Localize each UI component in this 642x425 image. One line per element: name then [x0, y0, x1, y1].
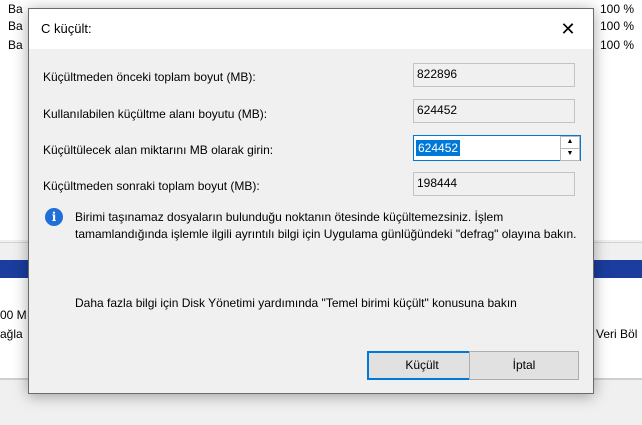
shrink-amount-input[interactable]: 624452 [413, 135, 581, 161]
shrink-amount-stepper: ▲ ▼ [560, 136, 580, 161]
partition-label-text: Veri Böl [596, 327, 638, 341]
shrink-amount-label: Küçültülecek alan miktarını MB olarak gi… [43, 143, 274, 157]
info-message: Birimi taşınamaz dosyaların bulunduğu no… [75, 210, 577, 241]
dialog-titlebar[interactable]: C küçült: ✕ [29, 9, 593, 49]
total-after-value: 198444 [413, 172, 575, 196]
available-space-value: 624452 [413, 99, 575, 123]
total-after-label: Küçültmeden sonraki toplam boyut (MB): [43, 179, 260, 193]
total-before-value: 822896 [413, 63, 575, 87]
volume-free-percent: 100 % [600, 38, 635, 52]
volume-row[interactable]: Ba [8, 36, 23, 54]
close-icon[interactable]: ✕ [543, 9, 593, 49]
info-icon: i [45, 208, 63, 226]
cancel-button[interactable]: İptal [469, 351, 579, 380]
available-space-label: Kullanılabilen küçültme alanı boyutu (MB… [43, 107, 268, 121]
shrink-dialog: C küçült: ✕ Küçültmeden önceki toplam bo… [28, 8, 594, 394]
shrink-amount-value[interactable]: 624452 [416, 140, 461, 156]
volume-row[interactable]: Ba [8, 17, 23, 35]
shrink-button[interactable]: Küçült [367, 351, 477, 380]
disk-status-text: ağla [0, 327, 23, 341]
volume-free-percent: 100 % [600, 2, 635, 16]
volume-free-percent: 100 % [600, 19, 635, 33]
disk-size-text: 00 M [0, 308, 27, 322]
volume-row[interactable]: Ba [8, 0, 23, 18]
spin-down-icon[interactable]: ▼ [560, 148, 580, 161]
help-message: Daha fazla bilgi için Disk Yönetimi yard… [75, 296, 517, 310]
dialog-title: C küçült: [41, 21, 92, 36]
total-before-label: Küçültmeden önceki toplam boyut (MB): [43, 70, 256, 84]
